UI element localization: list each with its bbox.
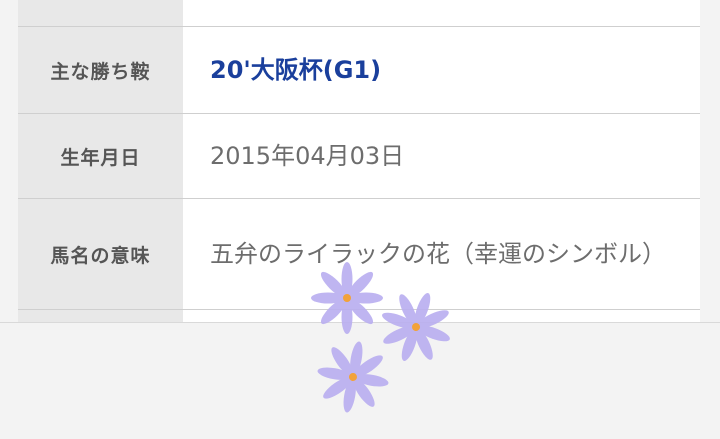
bottom-panel <box>0 322 720 439</box>
row-label-name-meaning: 馬名の意味 <box>18 199 183 309</box>
birthdate-value: 2015年04月03日 <box>210 142 405 170</box>
row-label-cell <box>18 0 183 26</box>
row-label-cell <box>18 310 183 322</box>
main-win-race-link[interactable]: 20'大阪杯(G1) <box>210 27 682 113</box>
horse-profile-table: 主な勝ち鞍 20'大阪杯(G1) 生年月日 2015年04月03日 馬名の意味 … <box>18 0 700 322</box>
row-label-main-win: 主な勝ち鞍 <box>18 27 183 113</box>
table-row-cut-top <box>18 0 700 27</box>
table-row-birthdate: 生年月日 2015年04月03日 <box>18 114 700 199</box>
table-row-name-meaning: 馬名の意味 五弁のライラックの花（幸運のシンボル） <box>18 199 700 310</box>
table-row-cut-bottom <box>18 310 700 322</box>
name-meaning-value: 五弁のライラックの花（幸運のシンボル） <box>210 240 666 268</box>
row-label-birthdate: 生年月日 <box>18 114 183 198</box>
table-row-main-win: 主な勝ち鞍 20'大阪杯(G1) <box>18 27 700 114</box>
